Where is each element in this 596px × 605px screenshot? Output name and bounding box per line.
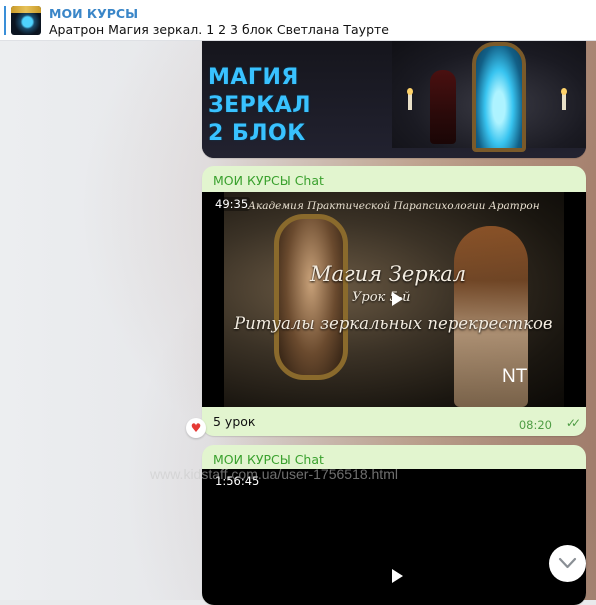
message-time: 08:20 (518, 418, 552, 432)
chevron-down-icon (558, 557, 577, 569)
message-image-poster[interactable]: МАГИЯ ЗЕРКАЛ 2 БЛОК (202, 40, 586, 158)
channel-title[interactable]: МОИ КУРСЫ (49, 6, 138, 21)
play-icon[interactable] (392, 292, 403, 306)
message-sender[interactable]: МОИ КУРСЫ Chat (213, 452, 324, 467)
watermark-text: www.kidstaff.com.ua/user-1756518.html (150, 466, 398, 482)
video-player[interactable]: 1:56:45 (202, 469, 586, 605)
candle-icon (407, 88, 413, 110)
video-title-text: Магия Зеркал (310, 262, 467, 286)
video-player[interactable]: 49:35 Академия Практической Парапсихолог… (202, 192, 586, 407)
message-sender[interactable]: МОИ КУРСЫ Chat (213, 173, 324, 188)
play-icon[interactable] (392, 569, 403, 583)
video-mark: NT (502, 366, 528, 387)
poster-title-line2: 2 БЛОК (208, 121, 306, 146)
poster-title-line1: МАГИЯ ЗЕРКАЛ (208, 65, 312, 118)
scroll-down-button[interactable] (549, 545, 586, 582)
poster-image[interactable]: МАГИЯ ЗЕРКАЛ 2 БЛОК (202, 40, 586, 158)
message-caption: 5 урок (213, 414, 256, 429)
poster-mirror (472, 42, 526, 152)
video-subtitle-text: Ритуалы зеркальных перекрестков (234, 314, 553, 333)
poster-figure (430, 70, 456, 144)
heart-reaction-icon[interactable]: ♥ (186, 418, 206, 438)
poster-scene (392, 40, 586, 152)
double-check-icon: ✓✓ (565, 416, 581, 430)
video-mirror (274, 214, 348, 380)
video-academy-text: Академия Практической Парапсихологии Ара… (248, 200, 540, 212)
header-accent-bar (4, 6, 6, 35)
channel-subtitle: Аратрон Магия зеркал. 1 2 3 блок Светлан… (49, 22, 389, 37)
message-video-lesson5[interactable]: МОИ КУРСЫ Chat 49:35 Академия Практическ… (202, 166, 586, 436)
candle-icon (561, 88, 567, 110)
poster-title: МАГИЯ ЗЕРКАЛ 2 БЛОК (208, 64, 398, 148)
channel-avatar-icon[interactable] (11, 6, 41, 35)
video-duration: 49:35 (213, 197, 251, 211)
pinned-header[interactable]: МОИ КУРСЫ Аратрон Магия зеркал. 1 2 3 бл… (0, 0, 596, 41)
